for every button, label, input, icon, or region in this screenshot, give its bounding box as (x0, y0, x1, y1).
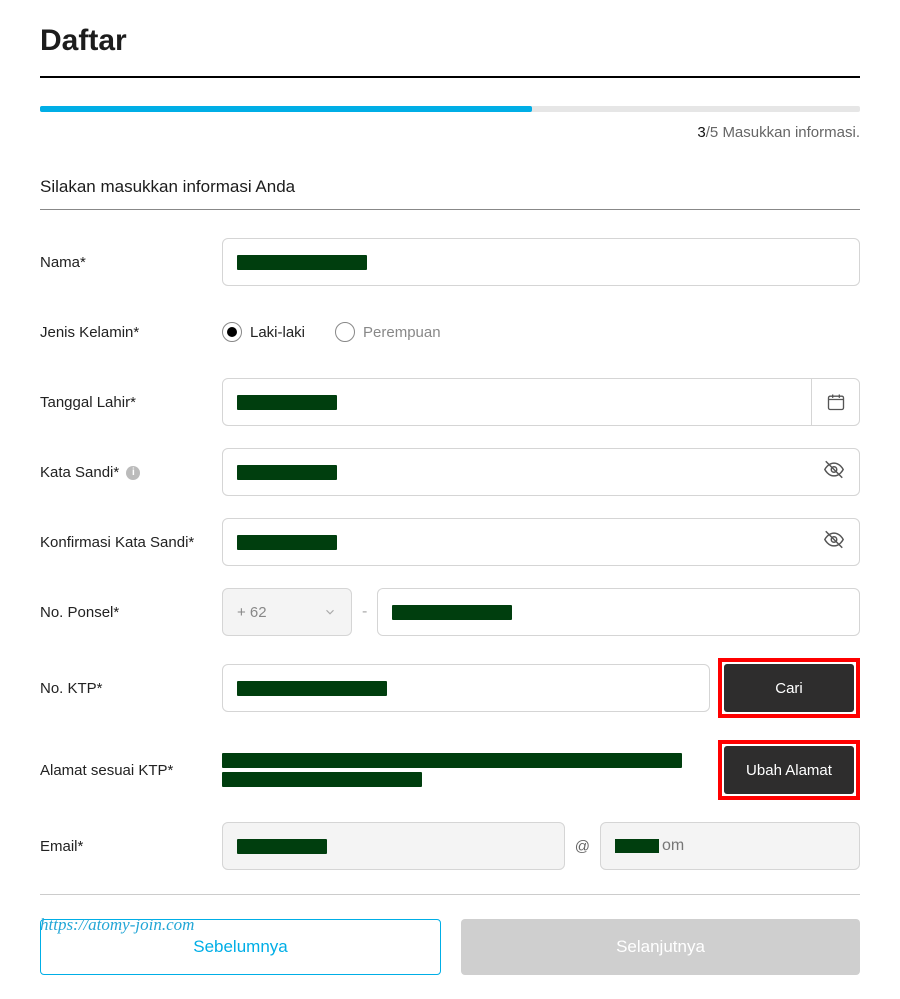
email-local-input[interactable] (222, 822, 565, 870)
label-password: Kata Sandi* i (40, 464, 222, 481)
redacted-password (237, 465, 337, 480)
row-ktp: No. KTP* Cari (40, 658, 860, 718)
step-indicator: 3/5 Masukkan informasi. (40, 124, 860, 141)
label-name: Nama* (40, 254, 222, 271)
row-confirm: Konfirmasi Kata Sandi* (40, 518, 860, 566)
label-email: Email* (40, 838, 222, 855)
step-total: /5 (706, 124, 719, 141)
row-dob: Tanggal Lahir* (40, 378, 860, 426)
search-button[interactable]: Cari (724, 664, 854, 712)
step-label: Masukkan informasi. (722, 124, 860, 141)
phone-separator: - (362, 603, 367, 621)
row-address: Alamat sesuai KTP* Ubah Alamat (40, 740, 860, 800)
radio-female-label: Perempuan (363, 324, 441, 341)
row-email: Email* @ om (40, 822, 860, 870)
redacted-dob (237, 395, 337, 410)
redacted-ktp (237, 681, 387, 696)
ktp-input[interactable] (222, 664, 710, 712)
title-divider (40, 76, 860, 78)
chevron-down-icon (323, 605, 337, 619)
highlight-ubah: Ubah Alamat (718, 740, 860, 800)
eye-off-icon (823, 459, 845, 481)
radio-male-label: Laki-laki (250, 324, 305, 341)
row-phone: No. Ponsel* + 62 - (40, 588, 860, 636)
label-confirm: Konfirmasi Kata Sandi* (40, 534, 222, 551)
email-at: @ (575, 838, 590, 855)
radio-female-indicator (335, 322, 355, 342)
info-icon[interactable]: i (126, 466, 140, 480)
label-gender: Jenis Kelamin* (40, 324, 222, 341)
label-dob: Tanggal Lahir* (40, 394, 222, 411)
phone-input[interactable] (377, 588, 860, 636)
address-value (222, 753, 710, 787)
change-address-button[interactable]: Ubah Alamat (724, 746, 854, 794)
redacted-address-line1 (222, 753, 682, 768)
row-name: Nama* (40, 238, 860, 286)
radio-male[interactable]: Laki-laki (222, 322, 305, 342)
redacted-confirm (237, 535, 337, 550)
toggle-password-visibility[interactable] (823, 459, 845, 486)
watermark-link[interactable]: https://atomy-join.com (40, 915, 860, 935)
name-input[interactable] (222, 238, 860, 286)
redacted-phone (392, 605, 512, 620)
label-phone: No. Ponsel* (40, 604, 222, 621)
dialcode-select[interactable]: + 62 (222, 588, 352, 636)
section-title: Silakan masukkan informasi Anda (40, 177, 860, 197)
gender-radio-group: Laki-laki Perempuan (222, 322, 860, 342)
toggle-confirm-visibility[interactable] (823, 529, 845, 556)
calendar-icon (826, 392, 846, 412)
calendar-button[interactable] (812, 378, 860, 426)
row-password: Kata Sandi* i (40, 448, 860, 496)
footer-divider (40, 894, 860, 895)
label-address: Alamat sesuai KTP* (40, 762, 222, 779)
redacted-address-line2 (222, 772, 422, 787)
dialcode-value: + 62 (237, 604, 267, 621)
label-ktp: No. KTP* (40, 680, 222, 697)
dob-input[interactable] (222, 378, 812, 426)
page-title: Daftar (40, 24, 860, 58)
redacted-name (237, 255, 367, 270)
row-gender: Jenis Kelamin* Laki-laki Perempuan (40, 308, 860, 356)
radio-female[interactable]: Perempuan (335, 322, 441, 342)
radio-male-indicator (222, 322, 242, 342)
progress-bar (40, 106, 860, 112)
password-input[interactable] (222, 448, 860, 496)
email-domain-select[interactable]: om (600, 822, 860, 870)
redacted-email-local (237, 839, 327, 854)
confirm-password-input[interactable] (222, 518, 860, 566)
eye-off-icon (823, 529, 845, 551)
progress-fill (40, 106, 532, 112)
redacted-email-domain (615, 839, 659, 853)
section-divider (40, 209, 860, 210)
step-current: 3 (697, 124, 705, 141)
highlight-cari: Cari (718, 658, 860, 718)
email-domain-suffix: om (662, 837, 684, 855)
